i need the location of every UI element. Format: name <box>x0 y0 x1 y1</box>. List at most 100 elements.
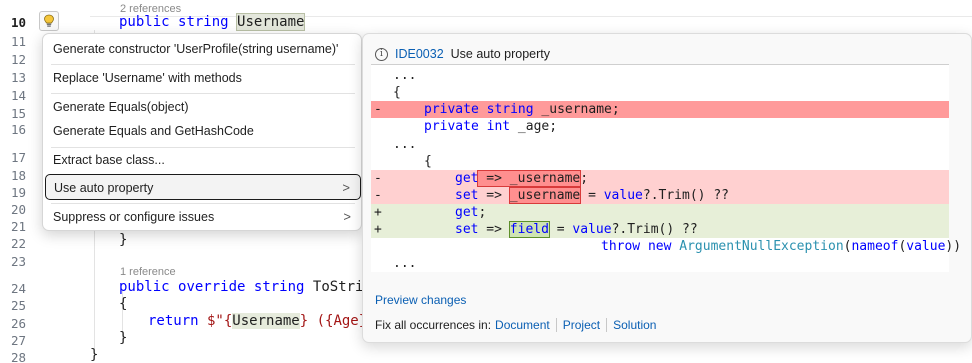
diff-text: ... <box>393 68 417 83</box>
diff-text: private string _username; <box>424 101 620 118</box>
code-line-25: { <box>119 296 128 312</box>
line-number: 16 <box>10 122 26 137</box>
diff-text: throw new ArgumentNullException(nameof(v… <box>601 238 961 255</box>
code-line-27: } <box>119 330 128 346</box>
diff-view: ... { - private string _username; private… <box>371 64 961 272</box>
line-number: 18 <box>10 168 26 183</box>
diff-text: set => field = value?.Trim() ?? <box>455 221 698 238</box>
menu-item-extract-base-class[interactable]: Extract base class... <box>45 147 361 173</box>
keyword: return <box>148 313 199 329</box>
line-number: 21 <box>10 219 26 234</box>
keyword: set <box>455 188 479 203</box>
menu-item-generate-equals[interactable]: Generate Equals(object) <box>45 94 361 120</box>
line-number: 10 <box>10 15 26 30</box>
code-text: = <box>580 188 604 203</box>
code-text: ?.Trim() ?? <box>611 222 698 237</box>
line-number: 12 <box>10 52 26 67</box>
menu-item-generate-constructor[interactable]: Generate constructor 'UserProfile(string… <box>45 36 361 62</box>
diff-line-deleted: - get => _username; <box>371 170 949 187</box>
diff-marker: - <box>374 171 382 186</box>
diff-marker: + <box>374 205 382 220</box>
diff-text: set => _username = value?.Trim() ?? <box>455 187 729 204</box>
line-number: 11 <box>10 34 26 49</box>
diff-line-added: + get; <box>371 204 949 221</box>
line-number: 27 <box>10 333 26 348</box>
fix-all-label: Fix all occurrences in: <box>375 318 492 332</box>
line-number: 24 <box>10 281 26 296</box>
line-number: 15 <box>10 106 26 121</box>
fix-all-document-link[interactable]: Document <box>491 318 556 332</box>
diff-text: private int _age; <box>424 118 557 135</box>
keyword: private <box>424 119 479 134</box>
string-literal: $"{ <box>198 313 233 329</box>
diff-line: { <box>371 153 949 170</box>
keyword: override <box>178 279 246 295</box>
menu-item-label: Use auto property <box>54 181 154 195</box>
menu-item-label: Replace 'Username' with methods <box>53 71 242 85</box>
keyword: throw <box>601 239 641 254</box>
diff-text: ... <box>393 137 417 152</box>
removed-span: _username <box>508 187 582 204</box>
keyword: value <box>603 188 643 203</box>
highlighted-symbol: Username <box>232 313 300 329</box>
menu-item-generate-equals-hashcode[interactable]: Generate Equals and GetHashCode <box>45 118 361 144</box>
code-text: => <box>478 188 510 203</box>
code-line-10: public string Username <box>119 13 306 31</box>
keyword: string <box>253 279 305 295</box>
lightbulb-icon <box>44 14 54 27</box>
diff-line: ... <box>371 67 949 84</box>
menu-item-suppress-configure[interactable]: Suppress or configure issues > <box>45 204 361 230</box>
diff-line: ... <box>371 136 949 153</box>
diff-line-deleted: - private string _username; <box>371 101 949 118</box>
code-line-28: } <box>90 347 99 363</box>
keyword: get <box>455 205 479 220</box>
diff-marker: - <box>374 102 382 117</box>
diff-text: get; <box>455 204 486 221</box>
code-text: = <box>548 222 573 237</box>
code-text: )) <box>945 239 962 254</box>
code-line-26: return $"{Username} ({Age})" <box>148 313 384 329</box>
quick-actions-menu: Generate constructor 'UserProfile(string… <box>42 33 362 231</box>
code-text: _username; <box>533 102 620 117</box>
chevron-right-icon: > <box>343 209 351 224</box>
lightbulb-button[interactable] <box>39 11 59 31</box>
code-text: _age; <box>510 119 558 134</box>
preview-panel: i IDE0032 Use auto property ... { - priva… <box>362 33 972 343</box>
line-number: 28 <box>10 350 26 363</box>
diff-marker: + <box>374 222 382 237</box>
preview-changes-link[interactable]: Preview changes <box>375 293 466 307</box>
line-number: 22 <box>10 236 26 251</box>
keyword: set <box>455 222 479 237</box>
diff-line: private int _age; <box>371 118 949 135</box>
fix-all-project-link[interactable]: Project <box>555 318 606 332</box>
menu-item-replace-with-methods[interactable]: Replace 'Username' with methods <box>45 65 361 91</box>
preview-title: Use auto property <box>450 47 551 61</box>
diff-line-deleted: - set => _username = value?.Trim() ?? <box>371 187 949 204</box>
diff-line-added: + set => field = value?.Trim() ?? <box>371 221 949 238</box>
codelens-references[interactable]: 1 reference <box>120 266 176 278</box>
keyword: nameof <box>851 239 899 254</box>
line-number: 17 <box>10 150 26 165</box>
diff-line: ... <box>371 255 949 272</box>
fix-all-solution-link[interactable]: Solution <box>606 318 662 332</box>
diagnostic-id-link[interactable]: IDE0032 <box>395 47 444 61</box>
keyword: string <box>486 102 534 117</box>
line-number: 23 <box>10 254 26 269</box>
code-text: => <box>478 222 510 237</box>
menu-item-use-auto-property[interactable]: Use auto property > <box>45 174 361 200</box>
chevron-right-icon: > <box>342 180 350 195</box>
menu-item-label: Generate Equals and GetHashCode <box>53 124 254 138</box>
keyword: value <box>906 239 946 254</box>
line-number: 14 <box>10 88 26 103</box>
line-number: 20 <box>10 202 26 217</box>
keyword: int <box>486 119 511 134</box>
preview-header: i IDE0032 Use auto property <box>375 45 550 63</box>
menu-item-label: Generate constructor 'UserProfile(string… <box>53 42 339 56</box>
diff-line: { <box>371 84 949 101</box>
line-number: 13 <box>10 70 26 85</box>
diff-marker: - <box>374 188 382 203</box>
menu-item-label: Suppress or configure issues <box>53 210 215 224</box>
code-text: ; <box>478 205 487 220</box>
info-icon: i <box>375 47 388 61</box>
keyword: value <box>572 222 612 237</box>
